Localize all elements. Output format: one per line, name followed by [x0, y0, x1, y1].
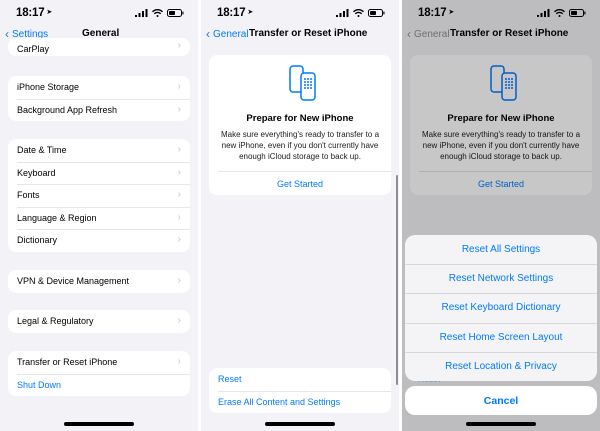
scroll-indicator [396, 175, 398, 385]
location-arrow-icon: ➤ [46, 9, 53, 16]
battery-icon [167, 9, 184, 17]
locale-group: Date & Time › Keyboard › Fonts › Language &… [8, 139, 190, 252]
transfer-group: Transfer or Reset iPhone › Shut Down [8, 351, 190, 396]
card-description: Make sure everything's ready to transfer… [220, 130, 380, 161]
location-arrow-icon: ➤ [247, 9, 254, 16]
wifi-icon [152, 9, 163, 17]
chevron-right-icon: › [177, 144, 181, 155]
transfer-reset-screen: 18:17 ➤ ‹ General Transfer or Reset iPhone… [201, 0, 399, 431]
phone-transfer-icon [289, 65, 316, 101]
chevron-right-icon: › [177, 315, 181, 326]
list-item-keyboard[interactable]: Keyboard › [8, 161, 190, 185]
chevron-right-icon: › [177, 275, 181, 286]
list-item-legal-regulatory[interactable]: Legal & Regulatory › [8, 310, 190, 333]
reset-home-screen-layout-option[interactable]: Reset Home Screen Layout [405, 322, 597, 352]
reset-location-privacy-option[interactable]: Reset Location & Privacy [405, 351, 597, 381]
reset-options-screen: 18:17 ➤ ‹ General Transfer or Reset iPhone… [402, 0, 600, 431]
get-started-button[interactable]: Get Started [209, 179, 391, 189]
reset-action-sheet: Reset All Settings Reset Network Setting… [405, 235, 597, 381]
reset-group: Reset Erase All Content and Settings [209, 368, 391, 413]
list-item-language-region[interactable]: Language & Region › [8, 206, 190, 230]
chevron-right-icon: › [177, 103, 181, 115]
list-item-fonts[interactable]: Fonts › [8, 184, 190, 207]
chevron-right-icon: › [177, 166, 181, 178]
list-item-transfer-reset[interactable]: Transfer or Reset iPhone › [8, 351, 190, 374]
chevron-right-icon: › [177, 81, 181, 92]
list-item-iphone-storage[interactable]: iPhone Storage › [8, 76, 190, 99]
home-indicator [466, 422, 536, 426]
list-item-dictionary[interactable]: Dictionary › [8, 229, 190, 252]
general-settings-screen: 18:17 ➤ ‹ Settings General CarPlay › iPhone… [0, 0, 198, 431]
status-bar: 18:17 ➤ [0, 0, 198, 26]
reset-network-settings-option[interactable]: Reset Network Settings [405, 264, 597, 293]
reset-keyboard-dictionary-option[interactable]: Reset Keyboard Dictionary [405, 293, 597, 322]
chevron-right-icon: › [177, 234, 181, 245]
status-time: 18:17 ➤ [16, 7, 53, 19]
carplay-group: CarPlay › [8, 38, 190, 56]
cancel-button[interactable]: Cancel [405, 386, 597, 415]
status-bar: 18:17 ➤ [201, 0, 399, 26]
card-title: Prepare for New iPhone [246, 113, 354, 124]
chevron-right-icon: › [177, 211, 181, 223]
list-item-date-time[interactable]: Date & Time › [8, 139, 190, 162]
legal-group: Legal & Regulatory › [8, 310, 190, 333]
signal-icon [336, 9, 349, 17]
list-item-vpn-device-management[interactable]: VPN & Device Management › [8, 270, 190, 293]
vpn-group: VPN & Device Management › [8, 270, 190, 293]
shut-down-button[interactable]: Shut Down [8, 373, 190, 397]
reset-all-settings-option[interactable]: Reset All Settings [405, 235, 597, 264]
list-item-background-app-refresh[interactable]: Background App Refresh › [8, 98, 190, 122]
wifi-icon [353, 9, 364, 17]
chevron-left-icon: ‹ [206, 27, 210, 41]
storage-group: iPhone Storage › Background App Refresh › [8, 76, 190, 121]
chevron-right-icon: › [177, 40, 181, 51]
status-time: 18:17 ➤ [217, 7, 254, 19]
reset-button[interactable]: Reset [209, 368, 391, 391]
signal-icon [135, 9, 148, 17]
chevron-right-icon: › [177, 189, 181, 200]
list-item-carplay[interactable]: CarPlay › [8, 38, 190, 56]
home-indicator [265, 422, 335, 426]
back-button[interactable]: ‹ General [206, 28, 249, 40]
prepare-new-iphone-card: Prepare for New iPhone Make sure everyth… [209, 55, 391, 195]
battery-icon [368, 9, 385, 17]
page-title: Transfer or Reset iPhone [249, 28, 368, 39]
navigation-bar: ‹ General Transfer or Reset iPhone [201, 26, 399, 46]
chevron-right-icon: › [177, 356, 181, 367]
home-indicator [64, 422, 134, 426]
erase-all-content-button[interactable]: Erase All Content and Settings [209, 390, 391, 414]
